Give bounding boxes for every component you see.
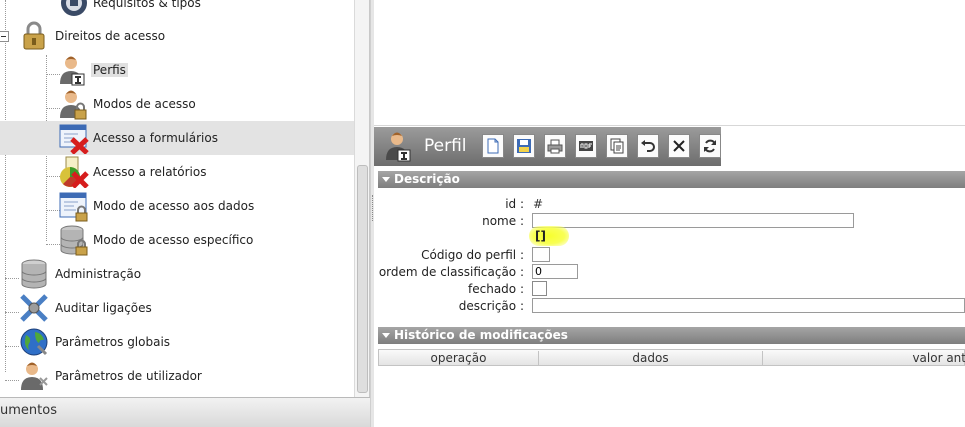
tree-item-direitos-de-acesso[interactable]: Direitos de acesso xyxy=(0,19,354,53)
brackets-text: [] xyxy=(535,229,546,243)
scrollbar-thumb[interactable] xyxy=(357,165,368,393)
form-title: Perfil xyxy=(424,136,467,156)
pdf-button[interactable] xyxy=(575,134,597,158)
tree-item-perfis[interactable]: Perfis xyxy=(0,53,354,87)
fechado-label: fechado : xyxy=(468,282,524,296)
tree-item-auditar-ligacoes[interactable]: Auditar ligações xyxy=(0,291,354,325)
refresh-icon xyxy=(704,139,716,153)
id-value: # xyxy=(533,197,544,211)
user-profile-icon xyxy=(384,130,416,162)
fechado-checkbox[interactable] xyxy=(532,281,547,296)
globe-icon xyxy=(18,326,50,358)
save-icon xyxy=(517,139,531,153)
form-denied-icon xyxy=(58,122,90,155)
print-icon xyxy=(547,139,563,154)
print-button[interactable] xyxy=(544,134,566,158)
tree-item-label: Acesso a formulários xyxy=(93,131,218,145)
history-table-header: operação dados valor ant xyxy=(378,349,965,366)
new-button[interactable] xyxy=(482,134,504,158)
section-title: Histórico de modificações xyxy=(394,328,568,342)
tree-item-requisitos[interactable]: Requisitos & tipos xyxy=(0,0,354,20)
tree-item-label: Parâmetros globais xyxy=(55,335,171,349)
navigation-panel: Requisitos & tipos Direitos de acesso Pe… xyxy=(0,0,370,427)
refresh-button[interactable] xyxy=(699,134,721,158)
section-header-historico[interactable]: Histórico de modificações xyxy=(378,327,965,344)
column-valor-anterior[interactable]: valor ant xyxy=(763,351,965,366)
tree-item-parametros-de-utilizador[interactable]: Parâmetros de utilizador xyxy=(0,359,354,393)
accordion-header-documentos[interactable]: umentos xyxy=(0,397,370,427)
tree-item-parametros-globais[interactable]: Parâmetros globais xyxy=(0,325,354,359)
column-operacao[interactable]: operação xyxy=(379,351,539,366)
database-icon xyxy=(18,258,50,290)
key-icon xyxy=(58,0,90,19)
tree-item-administracao[interactable]: Administração xyxy=(0,257,354,291)
copy-icon xyxy=(610,138,624,154)
user-lock-icon xyxy=(58,88,90,120)
app-window: Requisitos & tipos Direitos de acesso Pe… xyxy=(0,0,965,427)
tree-item-acesso-a-formularios[interactable]: Acesso a formulários xyxy=(0,121,354,155)
audit-connections-icon xyxy=(18,292,50,324)
tree-item-label: Acesso a relatórios xyxy=(93,165,207,179)
column-dados[interactable]: dados xyxy=(539,351,763,366)
tree-item-label: Parâmetros de utilizador xyxy=(55,369,202,383)
nome-label: nome : xyxy=(482,214,524,228)
collapse-toggle[interactable] xyxy=(0,31,9,42)
tree-scrollbar[interactable] xyxy=(354,0,369,400)
collapse-arrow-icon xyxy=(382,333,390,338)
tree-item-label: Requisitos & tipos xyxy=(93,0,201,10)
tree-item-label: Modo de acesso aos dados xyxy=(93,199,255,213)
new-document-icon xyxy=(487,138,499,154)
descricao-input[interactable] xyxy=(532,298,965,313)
tree-item-modo-de-acesso-aos-dados[interactable]: Modo de acesso aos dados xyxy=(0,189,354,223)
section-title: Descrição xyxy=(394,172,460,186)
report-denied-icon xyxy=(58,156,90,189)
tree-item-label: Modos de acesso xyxy=(93,97,196,111)
tree-item-modos-de-acesso[interactable]: Modos de acesso xyxy=(0,87,354,121)
delete-icon xyxy=(673,140,685,152)
empty-area xyxy=(374,0,965,126)
tree-item-modo-de-acesso-especifico[interactable]: Modo de acesso específico xyxy=(0,223,354,257)
highlighted-brackets: [] xyxy=(529,226,569,246)
user-settings-icon xyxy=(18,360,50,392)
delete-button[interactable] xyxy=(668,134,690,158)
ordem-input[interactable] xyxy=(532,264,578,279)
padlock-icon xyxy=(18,20,50,52)
descricao-label: descrição : xyxy=(458,299,524,313)
form-titlebar: Perfil xyxy=(374,127,965,166)
copy-button[interactable] xyxy=(606,134,628,158)
accordion-label: umentos xyxy=(0,403,57,418)
tree-item-acesso-a-relatorios[interactable]: Acesso a relatórios xyxy=(0,155,354,189)
collapse-arrow-icon xyxy=(382,177,390,182)
navigation-tree: Requisitos & tipos Direitos de acesso Pe… xyxy=(0,0,354,400)
undo-icon xyxy=(641,140,655,152)
tree-item-label: Direitos de acesso xyxy=(55,29,166,43)
form-panel: Perfil Descrição id: # nome: [] Código… xyxy=(374,0,965,427)
undo-button[interactable] xyxy=(637,134,659,158)
ordem-label: ordem de classificação : xyxy=(378,265,524,279)
codigo-input[interactable] xyxy=(532,247,550,262)
id-label: id : xyxy=(505,197,524,211)
section-header-descricao[interactable]: Descrição xyxy=(378,171,965,188)
tree-item-label: Administração xyxy=(55,267,142,281)
tree-item-label: Perfis xyxy=(91,63,128,77)
database-lock-icon xyxy=(58,224,90,256)
codigo-label: Código do perfil : xyxy=(421,248,524,262)
data-window-lock-icon xyxy=(58,190,90,222)
pdf-icon xyxy=(579,141,593,151)
tree-item-label: Modo de acesso específico xyxy=(93,233,254,247)
nome-input[interactable] xyxy=(532,213,854,228)
save-button[interactable] xyxy=(513,134,535,158)
user-profile-icon xyxy=(58,54,90,86)
tree-item-label: Auditar ligações xyxy=(55,301,152,315)
